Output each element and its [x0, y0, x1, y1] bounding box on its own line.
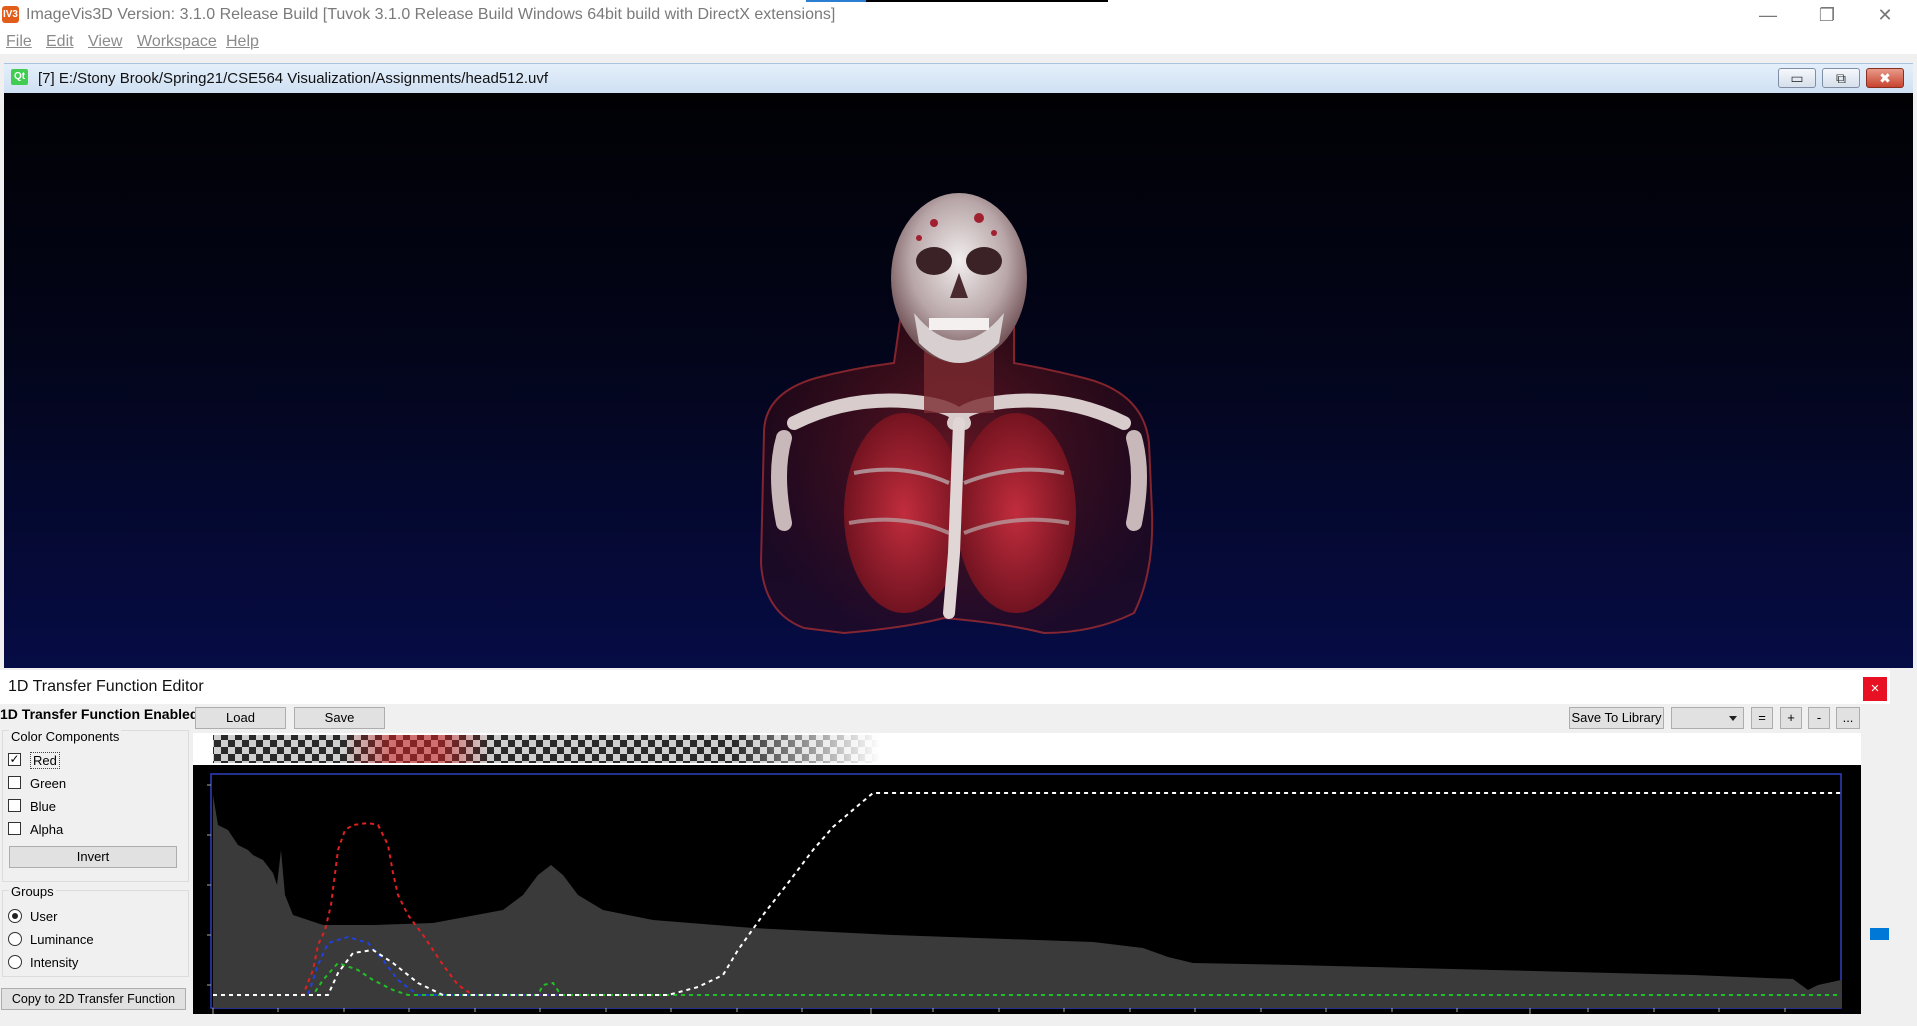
load-button[interactable]: Load — [195, 707, 286, 729]
tf-editor-header: 1D Transfer Function Editor — [0, 670, 1890, 704]
save-button[interactable]: Save — [294, 707, 385, 729]
red-checkbox-label: Red — [30, 752, 60, 769]
render-window-path: [7] E:/Stony Brook/Spring21/CSE564 Visua… — [38, 70, 549, 87]
copy-to-2d-button[interactable]: Copy to 2D Transfer Function — [1, 988, 186, 1010]
menu-workspace[interactable]: Workspace — [137, 33, 217, 51]
green-check-box[interactable] — [8, 776, 21, 789]
menu-bar: File Edit View Workspace Help — [0, 30, 1917, 54]
luminance-radio-button[interactable] — [8, 932, 22, 946]
plus-button[interactable]: + — [1780, 707, 1802, 729]
groups-label: Groups — [9, 884, 56, 899]
close-button[interactable]: ✕ — [1862, 0, 1908, 30]
window-title: ImageVis3D Version: 3.1.0 Release Build … — [26, 6, 836, 23]
render-close-button[interactable]: ✖ — [1866, 68, 1904, 88]
app-icon: IV3 — [2, 6, 19, 23]
tf-editor-close-button[interactable]: × — [1863, 677, 1887, 701]
radio-selected-icon — [12, 913, 18, 919]
render-minimize-button[interactable]: ▭ — [1778, 68, 1816, 88]
save-to-library-button[interactable]: Save To Library — [1569, 707, 1664, 729]
blue-checkbox-label: Blue — [30, 799, 57, 814]
tf-vertical-scrollbar[interactable] — [1876, 733, 1894, 1014]
red-check-box[interactable]: ✓ — [8, 753, 21, 766]
minus-button[interactable]: - — [1808, 707, 1830, 729]
tf-scroll-thumb[interactable] — [1870, 928, 1889, 940]
qt-icon: Qt — [11, 69, 28, 85]
minimize-button[interactable]: — — [1745, 0, 1791, 30]
luminance-radio-label: Luminance — [30, 932, 94, 947]
more-button[interactable]: ... — [1836, 707, 1860, 729]
volume-render-viewport[interactable] — [4, 93, 1913, 668]
equal-button[interactable]: = — [1751, 707, 1773, 729]
restore-button[interactable]: ❐ — [1804, 0, 1850, 30]
title-accent-bar — [806, 0, 866, 2]
menu-file[interactable]: File — [6, 33, 32, 51]
menu-help[interactable]: Help — [226, 33, 259, 51]
volume-rendering-image — [759, 193, 1154, 635]
title-bar: IV3 ImageVis3D Version: 3.1.0 Release Bu… — [0, 0, 1917, 30]
library-select[interactable] — [1671, 707, 1744, 729]
chevron-down-icon — [1729, 716, 1737, 721]
tf-histogram-graph[interactable] — [193, 765, 1861, 1014]
menu-edit[interactable]: Edit — [46, 33, 74, 51]
invert-button[interactable]: Invert — [9, 846, 177, 868]
menu-view[interactable]: View — [88, 33, 122, 51]
title-line — [866, 0, 1108, 2]
tf-editor-title: 1D Transfer Function Editor — [8, 678, 204, 695]
user-radio-label: User — [30, 909, 58, 924]
intensity-radio-label: Intensity — [30, 955, 79, 970]
green-checkbox-label: Green — [30, 776, 67, 791]
tf-enabled-label: 1D Transfer Function Enabled — [0, 706, 199, 722]
color-components-label: Color Components — [9, 729, 122, 744]
user-radio-button[interactable] — [8, 909, 22, 923]
render-window-titlebar: Qt [7] E:/Stony Brook/Spring21/CSE564 Vi… — [4, 63, 1913, 94]
blue-check-box[interactable] — [8, 799, 21, 812]
intensity-radio-button[interactable] — [8, 955, 22, 969]
render-maximize-button[interactable]: ⧉ — [1822, 68, 1860, 88]
alpha-checkbox-label: Alpha — [30, 822, 64, 837]
tf-color-bar — [193, 733, 1861, 765]
alpha-check-box[interactable] — [8, 822, 21, 835]
